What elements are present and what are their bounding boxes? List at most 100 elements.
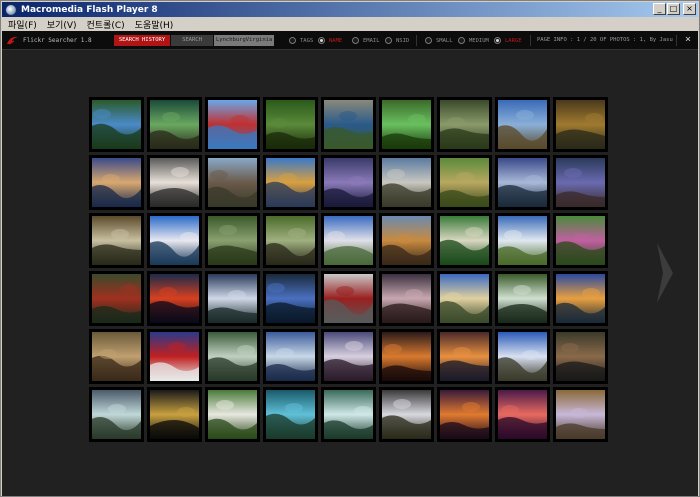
photo-thumbnail[interactable] [89, 213, 144, 268]
radio-nsid[interactable]: NSID [385, 37, 409, 44]
photo-image [440, 274, 489, 323]
photo-image [556, 158, 605, 207]
menu-view[interactable]: 보기(V) [47, 18, 77, 31]
radio-dot [425, 37, 432, 44]
photo-thumbnail[interactable] [321, 97, 376, 152]
photo-thumbnail[interactable] [379, 155, 434, 210]
photo-thumbnail[interactable] [263, 97, 318, 152]
photo-thumbnail[interactable] [147, 97, 202, 152]
radio-small[interactable]: SMALL [425, 37, 453, 44]
searcher-toolbar: Flickr Searcher 1.8 SEARCH HISTORY SEARC… [2, 31, 698, 50]
radio-tags[interactable]: TAGS [289, 37, 313, 44]
menu-control[interactable]: 컨트롤(C) [87, 18, 125, 31]
photo-image [92, 332, 141, 381]
photo-image [440, 216, 489, 265]
photo-thumbnail[interactable] [437, 213, 492, 268]
radio-medium[interactable]: MEDIUM [458, 37, 489, 44]
minimize-button[interactable]: _ [653, 3, 666, 15]
photo-thumbnail[interactable] [147, 387, 202, 442]
photo-thumbnail[interactable] [553, 213, 608, 268]
radio-label: TAGS [300, 37, 314, 44]
photo-image [92, 100, 141, 149]
photo-thumbnail[interactable] [263, 329, 318, 384]
photo-thumbnail[interactable] [89, 155, 144, 210]
photo-thumbnail[interactable] [263, 213, 318, 268]
photo-thumbnail[interactable] [437, 271, 492, 326]
photo-thumbnail[interactable] [205, 329, 260, 384]
photo-thumbnail[interactable] [321, 387, 376, 442]
photo-thumbnail[interactable] [147, 155, 202, 210]
photo-thumbnail[interactable] [89, 271, 144, 326]
radio-large[interactable]: LARGE [494, 37, 522, 44]
photo-image [92, 390, 141, 439]
photo-thumbnail[interactable] [495, 155, 550, 210]
photo-thumbnail[interactable] [495, 271, 550, 326]
search-input[interactable] [214, 35, 274, 46]
photo-thumbnail[interactable] [321, 271, 376, 326]
photo-thumbnail[interactable] [263, 387, 318, 442]
photo-thumbnail[interactable] [89, 97, 144, 152]
photo-image [556, 100, 605, 149]
photo-thumbnail[interactable] [379, 97, 434, 152]
photo-thumbnail[interactable] [205, 97, 260, 152]
photo-thumbnail[interactable] [437, 97, 492, 152]
photo-thumbnail[interactable] [437, 329, 492, 384]
title-bar[interactable]: Macromedia Flash Player 8 _ □ × [2, 2, 698, 17]
photo-thumbnail[interactable] [205, 155, 260, 210]
photo-thumbnail[interactable] [379, 329, 434, 384]
menu-help[interactable]: 도움말(H) [135, 18, 174, 31]
photo-thumbnail[interactable] [553, 97, 608, 152]
radio-dot-selected [494, 37, 501, 44]
photo-image [324, 332, 373, 381]
photo-thumbnail[interactable] [495, 213, 550, 268]
next-page-chevron-icon[interactable] [654, 241, 676, 305]
photo-thumbnail[interactable] [495, 329, 550, 384]
toolbar-divider [530, 35, 531, 46]
photo-image [266, 158, 315, 207]
photo-thumbnail[interactable] [89, 387, 144, 442]
photo-thumbnail[interactable] [379, 213, 434, 268]
photo-thumbnail[interactable] [321, 155, 376, 210]
photo-thumbnail[interactable] [205, 213, 260, 268]
photo-thumbnail[interactable] [263, 155, 318, 210]
photo-thumbnail[interactable] [495, 97, 550, 152]
close-button[interactable]: × [683, 3, 696, 15]
photo-image [498, 158, 547, 207]
photo-thumbnail[interactable] [553, 329, 608, 384]
photo-thumbnail[interactable] [205, 387, 260, 442]
photo-thumbnail[interactable] [379, 271, 434, 326]
photo-thumbnail[interactable] [147, 271, 202, 326]
radio-email[interactable]: EMAIL [352, 37, 380, 44]
photo-image [498, 274, 547, 323]
photo-image [324, 100, 373, 149]
close-icon[interactable]: × [685, 34, 691, 46]
radio-label: EMAIL [363, 37, 380, 44]
menu-file[interactable]: 파일(F) [8, 18, 37, 31]
maximize-button[interactable]: □ [667, 3, 680, 15]
flickr-searcher-logo-icon [7, 36, 18, 45]
photo-thumbnail[interactable] [205, 271, 260, 326]
photo-thumbnail[interactable] [89, 329, 144, 384]
photo-thumbnail[interactable] [495, 387, 550, 442]
radio-name[interactable]: NAME [318, 37, 342, 44]
radio-dot [385, 37, 392, 44]
photo-thumbnail[interactable] [321, 329, 376, 384]
window-controls: _ □ × [652, 3, 696, 15]
photo-thumbnail[interactable] [321, 213, 376, 268]
photo-thumbnail[interactable] [437, 155, 492, 210]
photo-thumbnail[interactable] [147, 213, 202, 268]
search-history-button[interactable]: SEARCH HISTORY [114, 35, 170, 46]
photo-thumbnail[interactable] [553, 387, 608, 442]
photo-thumbnail[interactable] [147, 329, 202, 384]
photo-thumbnail[interactable] [553, 271, 608, 326]
photo-thumbnail[interactable] [437, 387, 492, 442]
photo-image [382, 158, 431, 207]
photo-image [150, 274, 199, 323]
window-title: Macromedia Flash Player 8 [21, 4, 158, 15]
photo-thumbnail[interactable] [553, 155, 608, 210]
search-button[interactable]: SEARCH [171, 35, 213, 46]
photo-image [440, 332, 489, 381]
photo-thumbnail[interactable] [263, 271, 318, 326]
radio-label: LARGE [505, 37, 522, 44]
photo-thumbnail[interactable] [379, 387, 434, 442]
